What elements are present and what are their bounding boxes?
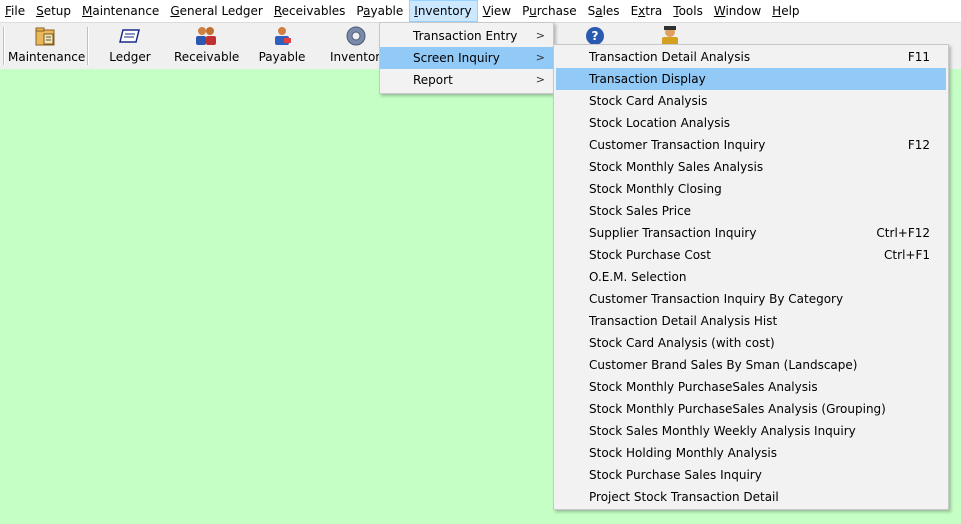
menu-item-supplier-transaction-inquiry[interactable]: Supplier Transaction Inquiry Ctrl+F12 xyxy=(554,222,948,244)
maintenance-folder-icon xyxy=(34,25,58,47)
menu-item-report[interactable]: Report > xyxy=(380,69,553,91)
menu-item-stock-monthly-purchasesales-analysis[interactable]: Stock Monthly PurchaseSales Analysis xyxy=(554,376,948,398)
payable-person-icon xyxy=(270,25,294,47)
menu-item-screen-inquiry[interactable]: Screen Inquiry > xyxy=(380,47,553,69)
chevron-right-icon: > xyxy=(535,29,545,42)
menu-extra[interactable]: Extra xyxy=(626,0,669,22)
receivable-people-icon xyxy=(194,25,218,47)
menu-window[interactable]: Window xyxy=(709,0,767,22)
menu-purchase[interactable]: Purchase xyxy=(517,0,583,22)
chevron-right-icon: > xyxy=(535,51,545,64)
menu-item-stock-monthly-closing[interactable]: Stock Monthly Closing xyxy=(554,178,948,200)
shortcut-key: Ctrl+F12 xyxy=(876,226,930,240)
menu-item-transaction-display[interactable]: Transaction Display xyxy=(556,68,946,90)
ledger-label: Ledger xyxy=(109,50,151,64)
menu-item-stock-card-analysis-with-cost[interactable]: Stock Card Analysis (with cost) xyxy=(554,332,948,354)
shortcut-key: F12 xyxy=(907,138,930,152)
menu-item-stock-purchase-sales-inquiry[interactable]: Stock Purchase Sales Inquiry xyxy=(554,464,948,486)
receivable-label: Receivable xyxy=(174,50,240,64)
menu-item-transaction-detail-analysis-hist[interactable]: Transaction Detail Analysis Hist xyxy=(554,310,948,332)
receivable-button[interactable]: Receivable xyxy=(174,25,240,67)
toolbar-grip xyxy=(3,27,5,65)
menu-item-customer-brand-sales-by-sman[interactable]: Customer Brand Sales By Sman (Landscape) xyxy=(554,354,948,376)
menu-item-stock-card-analysis[interactable]: Stock Card Analysis xyxy=(554,90,948,112)
ledger-button[interactable]: Ledger xyxy=(100,25,160,67)
shortcut-key: Ctrl+F1 xyxy=(884,248,930,262)
maintenance-label: Maintenance xyxy=(8,50,86,64)
payable-label: Payable xyxy=(258,50,306,64)
ledger-book-icon xyxy=(118,25,142,47)
maintenance-button[interactable]: Maintenance xyxy=(8,25,86,67)
toolbar-separator xyxy=(87,27,89,65)
menu-inventory[interactable]: Inventory xyxy=(409,0,478,22)
menu-item-stock-holding-monthly-analysis[interactable]: Stock Holding Monthly Analysis xyxy=(554,442,948,464)
menu-item-stock-monthly-sales-analysis[interactable]: Stock Monthly Sales Analysis xyxy=(554,156,948,178)
inventory-menu: Transaction Entry > Screen Inquiry > Rep… xyxy=(379,22,554,94)
menu-item-transaction-detail-analysis[interactable]: Transaction Detail Analysis F11 xyxy=(554,46,948,68)
inventory-gear-icon xyxy=(344,25,368,47)
menu-maintenance[interactable]: Maintenance xyxy=(77,0,165,22)
menu-sales[interactable]: Sales xyxy=(583,0,626,22)
menu-item-project-stock-transaction-detail[interactable]: Project Stock Transaction Detail xyxy=(554,486,948,508)
menu-item-stock-sales-price[interactable]: Stock Sales Price xyxy=(554,200,948,222)
shortcut-key: F11 xyxy=(907,50,930,64)
menu-payable[interactable]: Payable xyxy=(351,0,409,22)
chevron-right-icon: > xyxy=(535,73,545,86)
menu-tools[interactable]: Tools xyxy=(668,0,709,22)
menu-general-ledger[interactable]: General Ledger xyxy=(165,0,269,22)
menu-item-stock-sales-monthly-weekly-analysis-inquiry[interactable]: Stock Sales Monthly Weekly Analysis Inqu… xyxy=(554,420,948,442)
inventory-button[interactable]: Inventory xyxy=(330,25,382,67)
menu-item-oem-selection[interactable]: O.E.M. Selection xyxy=(554,266,948,288)
svg-text:?: ? xyxy=(592,29,599,43)
menu-item-stock-location-analysis[interactable]: Stock Location Analysis xyxy=(554,112,948,134)
menu-item-customer-transaction-inquiry-by-category[interactable]: Customer Transaction Inquiry By Category xyxy=(554,288,948,310)
menu-bar: File Setup Maintenance General Ledger Re… xyxy=(0,0,961,22)
menu-file[interactable]: File xyxy=(0,0,31,22)
screen-inquiry-submenu: Transaction Detail Analysis F11 Transacti… xyxy=(553,44,949,510)
menu-item-customer-transaction-inquiry[interactable]: Customer Transaction Inquiry F12 xyxy=(554,134,948,156)
menu-item-stock-monthly-purchasesales-analysis-grouping[interactable]: Stock Monthly PurchaseSales Analysis (Gr… xyxy=(554,398,948,420)
menu-item-transaction-entry[interactable]: Transaction Entry > xyxy=(380,25,553,47)
menu-setup[interactable]: Setup xyxy=(31,0,77,22)
menu-view[interactable]: View xyxy=(478,0,517,22)
menu-help[interactable]: Help xyxy=(767,0,805,22)
payable-button[interactable]: Payable xyxy=(256,25,308,67)
menu-receivables[interactable]: Receivables xyxy=(269,0,352,22)
inventory-label: Inventory xyxy=(330,50,382,64)
menu-item-stock-purchase-cost[interactable]: Stock Purchase Cost Ctrl+F1 xyxy=(554,244,948,266)
